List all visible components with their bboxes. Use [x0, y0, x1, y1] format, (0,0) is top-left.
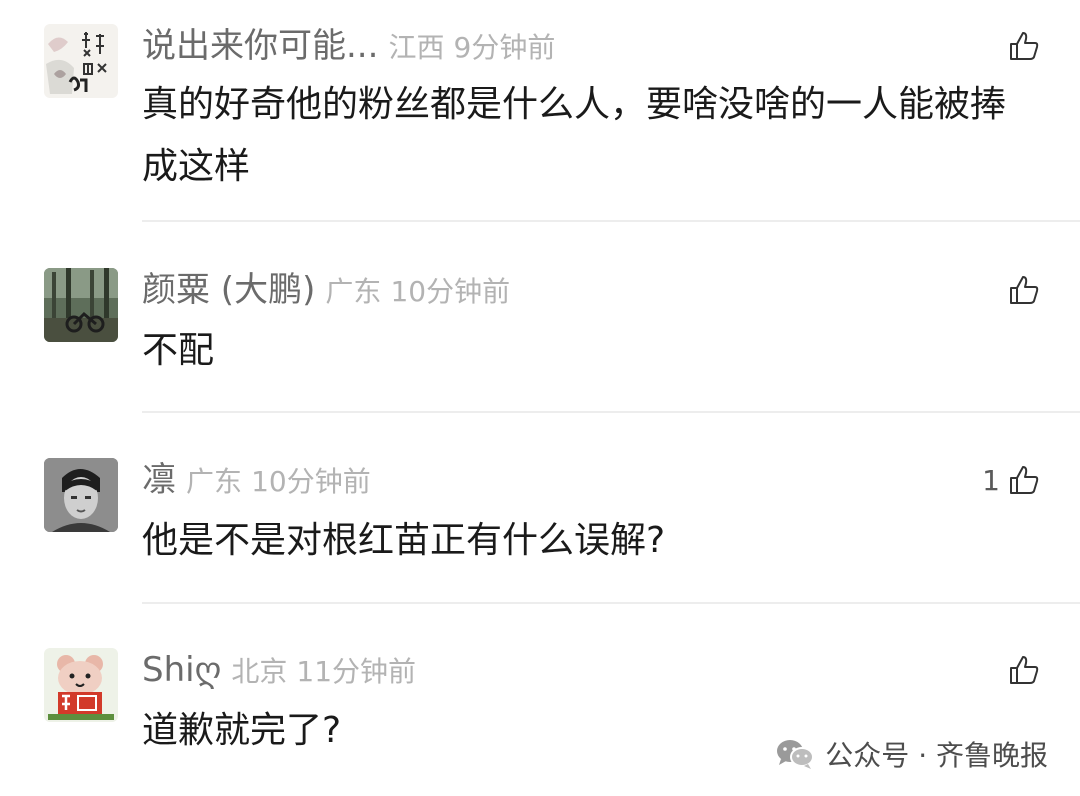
thumbs-up-icon: [1010, 656, 1039, 684]
location: 江西: [388, 31, 445, 64]
avatar[interactable]: [44, 458, 118, 532]
comment-meta: Shiღ 北京 11分钟前: [142, 648, 416, 692]
nickname[interactable]: 凛: [142, 460, 176, 500]
comment-text: 他是不是对根红苗正有什么误解?: [142, 510, 1042, 572]
avatar[interactable]: [44, 648, 118, 722]
avatar[interactable]: [44, 268, 118, 342]
like-button[interactable]: 1: [982, 458, 1040, 502]
wechat-icon: [777, 740, 815, 769]
nickname[interactable]: 说出来你可能...: [142, 26, 378, 66]
avatar-image: [44, 268, 118, 342]
comment-text: 真的好奇他的粉丝都是什么人，要啥没啥的一人能被捧 成这样: [142, 74, 1042, 198]
nickname[interactable]: 颜粟 (大鹏): [142, 270, 315, 310]
timestamp: 10分钟前: [390, 275, 511, 308]
like-count: 1: [982, 463, 1000, 497]
divider: [142, 602, 1080, 604]
divider: [142, 220, 1080, 222]
like-button[interactable]: [1000, 268, 1040, 312]
comment-meta: 颜粟 (大鹏) 广东 10分钟前: [142, 268, 510, 312]
watermark-text: 公众号 · 齐鲁晚报: [825, 739, 1048, 772]
thumbs-up-icon: [1010, 32, 1039, 60]
thumbs-up-icon: [1010, 276, 1039, 304]
thumbs-up-icon: [1010, 466, 1039, 494]
comment-text-line: 成这样: [142, 146, 251, 187]
location: 广东: [325, 275, 382, 308]
timestamp: 9分钟前: [453, 31, 556, 64]
location: 广东: [186, 465, 243, 498]
timestamp: 10分钟前: [251, 465, 371, 498]
avatar-image: [44, 458, 118, 532]
location: 北京: [231, 655, 288, 688]
comment-meta: 说出来你可能... 江西 9分钟前: [142, 24, 555, 68]
comment-meta: 凛广东 10分钟前: [142, 458, 371, 502]
avatar-image: [44, 24, 118, 98]
timestamp: 11分钟前: [296, 655, 417, 688]
avatar[interactable]: [44, 24, 118, 98]
comment-text-line: 真的好奇他的粉丝都是什么人，要啥没啥的一人能被捧: [142, 84, 1007, 125]
like-button[interactable]: [1000, 24, 1040, 68]
comment-text: 不配: [142, 320, 1042, 382]
comment-text-line: 不配: [142, 330, 215, 371]
like-button[interactable]: [1000, 648, 1040, 692]
watermark: 公众号 · 齐鲁晚报: [775, 734, 1048, 774]
divider: [142, 411, 1080, 413]
comment-text-line: 他是不是对根红苗正有什么误解?: [142, 520, 666, 561]
avatar-image: [44, 648, 118, 722]
nickname[interactable]: Shiღ: [142, 650, 221, 690]
